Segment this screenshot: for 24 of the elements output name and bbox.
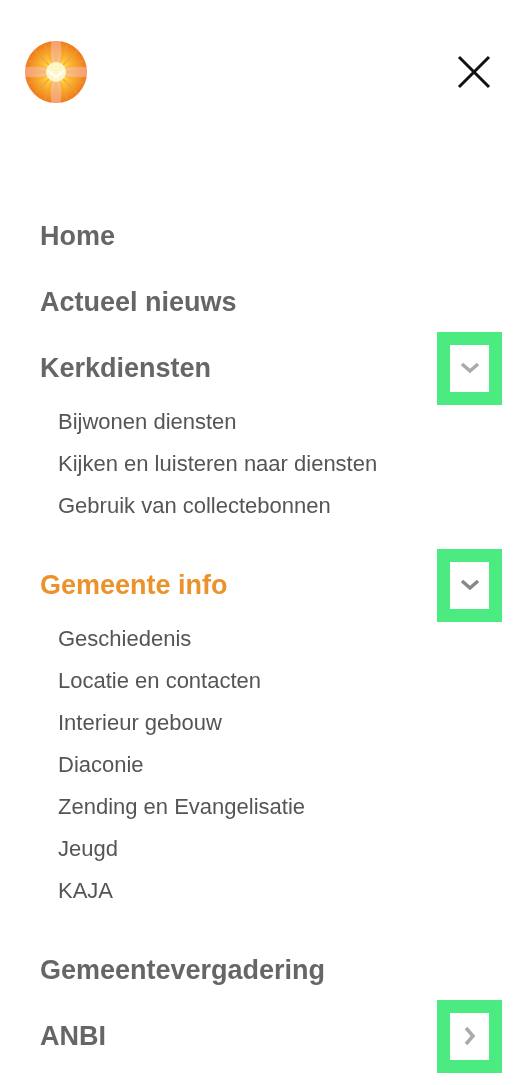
expand-toggle[interactable]	[437, 548, 502, 622]
submenu-item[interactable]: Bijwonen diensten	[58, 409, 237, 435]
submenu-item[interactable]: Zending en Evangelisatie	[58, 794, 306, 820]
close-icon	[457, 55, 491, 89]
logo-icon[interactable]	[24, 40, 88, 104]
submenu-item[interactable]: Diaconie	[58, 752, 144, 778]
menu-item[interactable]: Actueel nieuws	[40, 286, 237, 318]
expand-toggle[interactable]	[437, 999, 502, 1073]
chevron-right-icon	[463, 1026, 476, 1046]
submenu-item[interactable]: KAJA	[58, 878, 114, 904]
submenu-item[interactable]: Jeugd	[58, 836, 118, 862]
submenu-item[interactable]: Interieur gebouw	[58, 710, 222, 736]
expand-toggle[interactable]	[437, 331, 502, 405]
menu-item[interactable]: Home	[40, 220, 115, 252]
submenu-item[interactable]: Geschiedenis	[58, 626, 192, 652]
submenu-item[interactable]: Kijken en luisteren naar diensten	[58, 451, 378, 477]
menu-item[interactable]: ANBI	[40, 1020, 106, 1052]
close-button[interactable]	[457, 55, 491, 89]
menu-item[interactable]: Kerkdiensten	[40, 352, 212, 384]
submenu-item[interactable]: Gebruik van collectebonnen	[58, 493, 331, 519]
menu-item[interactable]: Gemeentevergadering	[40, 954, 326, 986]
chevron-down-icon	[459, 579, 480, 591]
submenu-item[interactable]: Locatie en contacten	[58, 668, 262, 694]
chevron-down-icon	[459, 362, 480, 374]
